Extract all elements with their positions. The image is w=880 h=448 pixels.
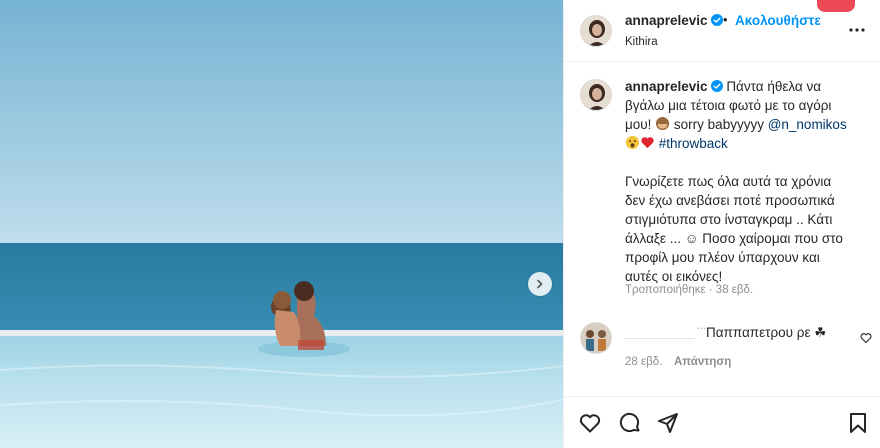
caption-line-2: βγάλω μια τέτοια φωτό με το αγόρι xyxy=(625,98,832,113)
notification-tab[interactable] xyxy=(817,0,855,12)
bookmark-icon[interactable] xyxy=(846,411,870,435)
next-image-button[interactable] xyxy=(528,272,552,296)
red-heart-icon xyxy=(641,137,654,149)
verified-badge-icon xyxy=(710,80,723,92)
caption-sorry: sorry babyyyyy xyxy=(670,117,768,132)
commenter-username-redacted[interactable]: ___________ ˙˙˙ xyxy=(625,325,707,340)
hashtag-link[interactable]: #throwback xyxy=(659,136,728,151)
more-options-icon[interactable] xyxy=(848,22,866,38)
verified-badge-icon xyxy=(710,14,723,26)
beach-pool-photo xyxy=(0,0,563,448)
post-username[interactable]: annaprelevic xyxy=(625,13,723,28)
post-photo[interactable] xyxy=(0,0,563,448)
post-side-panel: annaprelevic • Ακολουθήστε Kithira annap… xyxy=(563,0,880,448)
comment-item: ___________ ˙˙˙ Παππαπετρου ρε ☘ 28 εβδ.… xyxy=(564,312,880,382)
post-location[interactable]: Kithira xyxy=(625,36,658,48)
caption-line-3: μου! xyxy=(625,117,656,132)
comment-text: Παππαπετρου ρε ☘ xyxy=(706,325,827,340)
avatar-image xyxy=(581,323,611,353)
chevron-right-icon xyxy=(537,279,543,289)
caption-avatar[interactable] xyxy=(580,79,612,111)
separator-dot: • xyxy=(723,12,728,27)
reply-button[interactable]: Απάντηση xyxy=(674,356,731,368)
caption-username[interactable]: annaprelevic xyxy=(625,79,723,94)
share-icon[interactable] xyxy=(656,411,680,435)
instagram-post: annaprelevic • Ακολουθήστε Kithira annap… xyxy=(0,0,880,448)
avatar-image xyxy=(581,80,611,110)
post-header: annaprelevic • Ακολουθήστε Kithira xyxy=(564,0,880,62)
comment-like-heart-icon[interactable] xyxy=(860,332,872,344)
edited-timestamp: Τροποποιήθηκε · 38 εβδ. xyxy=(625,284,754,296)
comment-icon[interactable] xyxy=(618,411,642,435)
avatar[interactable] xyxy=(580,15,612,47)
mention-link[interactable]: @n_nomikos xyxy=(768,117,847,132)
surprised-face-icon xyxy=(625,135,640,150)
avatar-image xyxy=(581,16,611,46)
caption-line-1: Πάντα ήθελα να xyxy=(726,79,822,94)
caption-paragraph-2: Γνωρίζετε πως όλα αυτά τα χρόνια δεν έχω… xyxy=(625,174,843,284)
commenter-avatar[interactable] xyxy=(580,322,612,354)
follow-button[interactable]: Ακολουθήστε xyxy=(735,13,821,28)
caption-text: annaprelevic Πάντα ήθελα να βγάλω μια τέ… xyxy=(625,77,861,286)
see-no-evil-monkey-icon xyxy=(656,116,670,131)
action-bar xyxy=(564,396,880,448)
comment-timestamp: 28 εβδ. xyxy=(625,356,663,368)
heart-icon[interactable] xyxy=(578,411,602,435)
